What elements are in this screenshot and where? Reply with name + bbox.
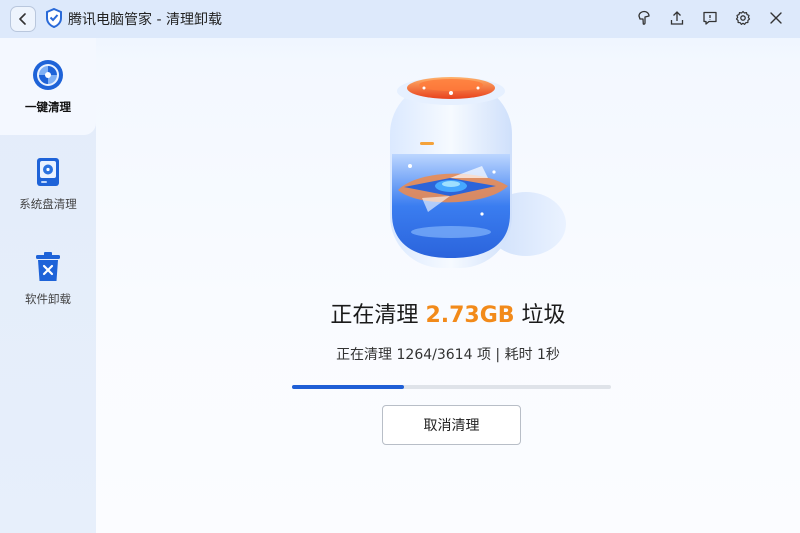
close-button[interactable] <box>766 8 786 28</box>
feedback-button[interactable] <box>700 8 720 28</box>
shield-logo-icon <box>46 8 62 28</box>
sidebar-item-one-click-clean[interactable]: 一键清理 <box>0 38 96 130</box>
system-disk-clean-icon <box>37 158 59 186</box>
cancel-clean-button[interactable]: 取消清理 <box>382 405 521 445</box>
sidebar-item-system-disk-clean[interactable]: 系统盘清理 <box>0 135 96 227</box>
settings-icon <box>735 10 751 25</box>
skin-button[interactable] <box>634 8 654 28</box>
software-uninstall-icon <box>36 252 60 281</box>
cleaned-size: 2.73GB <box>425 303 515 328</box>
status-separator: | <box>495 347 501 363</box>
sidebar-item-label: 一键清理 <box>25 100 71 114</box>
headline-suffix: 垃圾 <box>521 303 566 328</box>
title-bar: 腾讯电脑管家 - 清理卸载 <box>0 0 800 38</box>
headline-prefix: 正在清理 <box>330 303 419 328</box>
progress-bar-fill <box>292 385 404 389</box>
main-panel: 正在清理 2.73GB 垃圾 正在清理 1264/3614 项 | 耗时 1秒 … <box>96 38 800 533</box>
back-icon <box>19 13 26 25</box>
progress-bar <box>292 385 611 389</box>
sidebar-item-label: 系统盘清理 <box>19 197 77 211</box>
cleaning-status: 正在清理 1264/3614 项 | 耗时 1秒 <box>96 344 800 364</box>
window-title: 腾讯电脑管家 - 清理卸载 <box>68 12 222 28</box>
sidebar: 一键清理 系统盘清理 软件卸载 <box>0 38 96 533</box>
status-elapsed: 耗时 1秒 <box>504 347 560 363</box>
upload-button[interactable] <box>667 8 687 28</box>
app-window: 腾讯电脑管家 - 清理卸载 一键清理 系统盘清理 软件卸载 正在清理 2.73G… <box>0 0 800 533</box>
skin-icon <box>638 10 650 25</box>
close-icon <box>770 12 782 24</box>
feedback-icon <box>703 11 717 25</box>
cleaning-headline: 正在清理 2.73GB 垃圾 <box>96 297 800 329</box>
upload-icon <box>670 11 684 25</box>
back-button[interactable] <box>10 6 36 32</box>
sidebar-item-label: 软件卸载 <box>25 292 71 306</box>
status-progress-count: 1264/3614 <box>396 347 473 363</box>
one-click-clean-icon <box>33 60 63 90</box>
status-prefix: 正在清理 <box>336 347 393 363</box>
sidebar-item-software-uninstall[interactable]: 软件卸载 <box>0 230 96 322</box>
settings-button[interactable] <box>733 8 753 28</box>
status-unit: 项 <box>476 347 491 363</box>
cleaning-device-illustration <box>390 77 566 268</box>
